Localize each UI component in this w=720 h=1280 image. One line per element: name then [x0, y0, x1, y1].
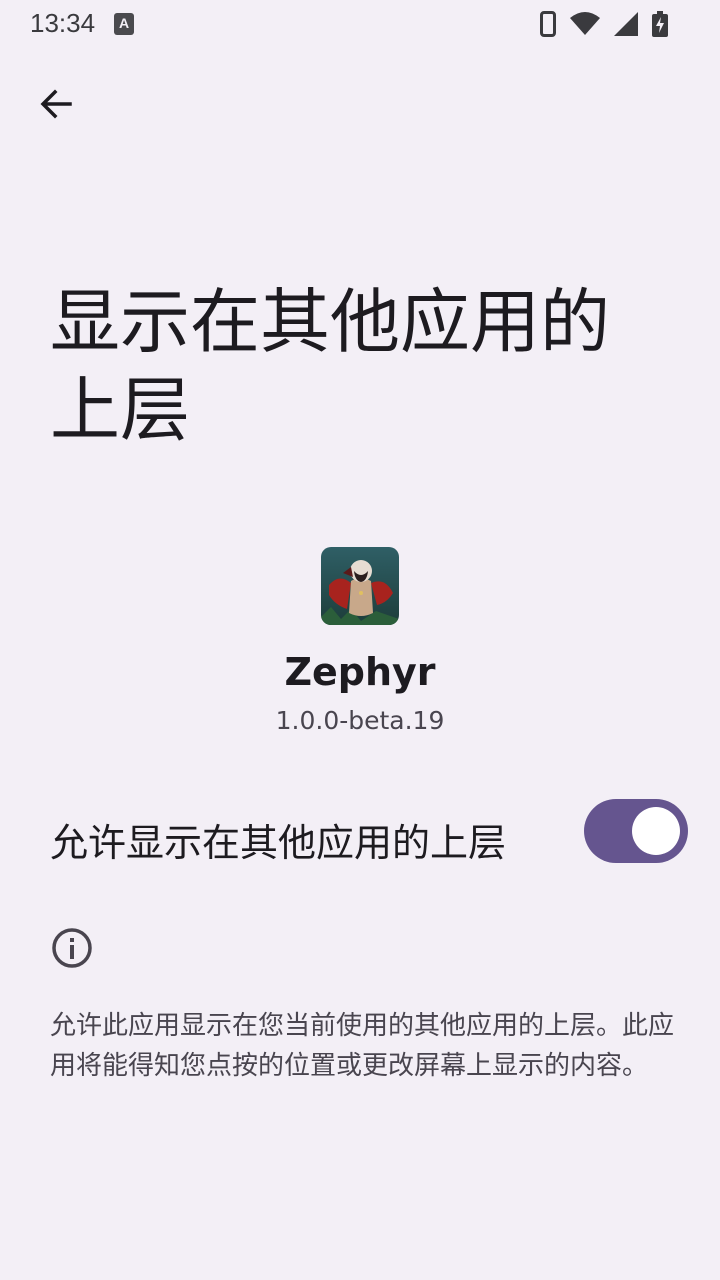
info-icon	[52, 928, 92, 968]
app-version: 1.0.0-beta.19	[275, 706, 445, 735]
text-input-icon: A	[114, 13, 134, 35]
back-button[interactable]	[28, 80, 84, 128]
permission-toggle-switch[interactable]	[584, 799, 688, 863]
arrow-back-icon	[40, 89, 72, 119]
permission-toggle-row[interactable]: 允许显示在其他应用的上层	[0, 790, 720, 878]
status-time: 13:34	[30, 8, 96, 38]
battery-charging-icon	[652, 11, 668, 37]
permission-description: 允许此应用显示在您当前使用的其他应用的上层。此应用将能得知您点按的位置或更改屏幕…	[50, 1011, 675, 1081]
page-title: 显示在其他应用的上层	[50, 281, 610, 451]
wifi-icon	[570, 12, 600, 35]
signal-icon	[614, 12, 638, 36]
status-bar: 13:34 A	[0, 0, 720, 48]
phone-icon	[540, 11, 556, 37]
app-name: Zephyr	[284, 650, 436, 694]
status-icons	[540, 10, 668, 38]
toggle-thumb	[632, 807, 680, 855]
permission-label: 允许显示在其他应用的上层	[50, 821, 507, 865]
zephyr-app-icon	[321, 547, 399, 625]
